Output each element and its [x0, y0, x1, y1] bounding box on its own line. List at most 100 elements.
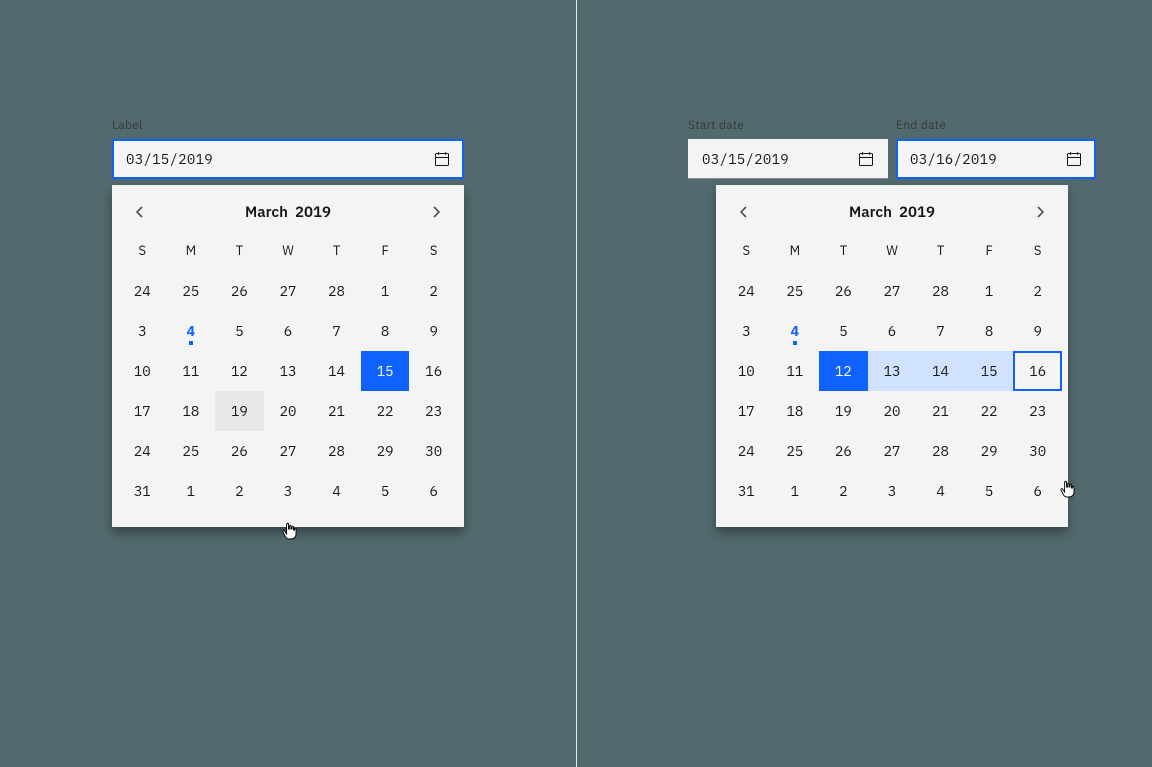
field-label: End date: [896, 118, 1096, 133]
calendar-day[interactable]: 5: [215, 311, 264, 351]
calendar-day[interactable]: 15: [965, 351, 1014, 391]
calendar-day[interactable]: 24: [118, 271, 167, 311]
calendar-day[interactable]: 14: [916, 351, 965, 391]
calendar-day[interactable]: 6: [1013, 471, 1062, 511]
calendar-day[interactable]: 12: [215, 351, 264, 391]
calendar-day[interactable]: 21: [312, 391, 361, 431]
calendar-day[interactable]: 12: [819, 351, 868, 391]
calendar-week: 24252627282930: [722, 431, 1062, 471]
calendar-day[interactable]: 13: [868, 351, 917, 391]
calendar-day[interactable]: 28: [916, 431, 965, 471]
calendar-day[interactable]: 18: [167, 391, 216, 431]
calendar-day[interactable]: 27: [264, 431, 313, 471]
calendar-day[interactable]: 1: [965, 271, 1014, 311]
prev-month-button[interactable]: [124, 196, 156, 228]
calendar-day[interactable]: 26: [215, 271, 264, 311]
calendar-day[interactable]: 25: [771, 271, 820, 311]
calendar-day[interactable]: 8: [965, 311, 1014, 351]
end-date-input[interactable]: 03/16/2019: [896, 139, 1096, 179]
calendar-day[interactable]: 5: [819, 311, 868, 351]
calendar-day[interactable]: 30: [409, 431, 458, 471]
calendar-day[interactable]: 24: [118, 431, 167, 471]
calendar-day[interactable]: 22: [361, 391, 410, 431]
calendar-day[interactable]: 6: [868, 311, 917, 351]
calendar-day[interactable]: 20: [868, 391, 917, 431]
calendar-day[interactable]: 25: [771, 431, 820, 471]
weekday-label: T: [312, 237, 361, 265]
calendar-day[interactable]: 28: [312, 271, 361, 311]
calendar-day[interactable]: 19: [215, 391, 264, 431]
calendar-day[interactable]: 2: [215, 471, 264, 511]
calendar-day[interactable]: 9: [409, 311, 458, 351]
calendar-day[interactable]: 4: [312, 471, 361, 511]
calendar-day[interactable]: 31: [118, 471, 167, 511]
calendar-day[interactable]: 4: [771, 311, 820, 351]
calendar-day[interactable]: 26: [819, 431, 868, 471]
calendar-day[interactable]: 7: [312, 311, 361, 351]
calendar-day[interactable]: 27: [868, 431, 917, 471]
calendar-day[interactable]: 20: [264, 391, 313, 431]
calendar-day[interactable]: 10: [118, 351, 167, 391]
calendar-day[interactable]: 1: [361, 271, 410, 311]
calendar-day[interactable]: 3: [264, 471, 313, 511]
calendar-day[interactable]: 24: [722, 431, 771, 471]
calendar-day[interactable]: 6: [409, 471, 458, 511]
calendar-day[interactable]: 2: [819, 471, 868, 511]
calendar-day[interactable]: 6: [264, 311, 313, 351]
weekday-label: W: [264, 237, 313, 265]
calendar-day[interactable]: 3: [118, 311, 167, 351]
calendar-day[interactable]: 24: [722, 271, 771, 311]
calendar-day[interactable]: 3: [868, 471, 917, 511]
calendar-day[interactable]: 14: [312, 351, 361, 391]
calendar-day[interactable]: 23: [409, 391, 458, 431]
calendar-day[interactable]: 8: [361, 311, 410, 351]
calendar-day[interactable]: 21: [916, 391, 965, 431]
calendar-day[interactable]: 17: [118, 391, 167, 431]
calendar-day[interactable]: 3: [722, 311, 771, 351]
calendar-day[interactable]: 4: [916, 471, 965, 511]
calendar-day[interactable]: 5: [965, 471, 1014, 511]
calendar-day[interactable]: 7: [916, 311, 965, 351]
calendar-day[interactable]: 11: [167, 351, 216, 391]
calendar-day[interactable]: 29: [361, 431, 410, 471]
calendar-day[interactable]: 11: [771, 351, 820, 391]
calendar-day[interactable]: 28: [312, 431, 361, 471]
calendar-day[interactable]: 19: [819, 391, 868, 431]
calendar-day[interactable]: 10: [722, 351, 771, 391]
next-month-button[interactable]: [1024, 196, 1056, 228]
calendar-day[interactable]: 9: [1013, 311, 1062, 351]
calendar-day[interactable]: 2: [409, 271, 458, 311]
calendar-day[interactable]: 29: [965, 431, 1014, 471]
calendar-day[interactable]: 26: [215, 431, 264, 471]
month-title: March 2019: [849, 203, 935, 222]
calendar-day[interactable]: 18: [771, 391, 820, 431]
next-month-button[interactable]: [420, 196, 452, 228]
calendar-day[interactable]: 22: [965, 391, 1014, 431]
prev-month-button[interactable]: [728, 196, 760, 228]
calendar-day[interactable]: 2: [1013, 271, 1062, 311]
range-date-picker: Start date 03/15/2019 End date 03/16/201…: [688, 118, 1096, 527]
calendar-day[interactable]: 26: [819, 271, 868, 311]
calendar-day[interactable]: 30: [1013, 431, 1062, 471]
calendar-day[interactable]: 25: [167, 271, 216, 311]
calendar-day[interactable]: 23: [1013, 391, 1062, 431]
calendar-day[interactable]: 17: [722, 391, 771, 431]
calendar-day[interactable]: 4: [167, 311, 216, 351]
start-date-field: Start date 03/15/2019: [688, 118, 888, 179]
calendar-day[interactable]: 16: [409, 351, 458, 391]
calendar-day[interactable]: 31: [722, 471, 771, 511]
calendar-week: 24252627282930: [118, 431, 458, 471]
calendar-day[interactable]: 1: [771, 471, 820, 511]
start-date-input[interactable]: 03/15/2019: [688, 139, 888, 179]
calendar-popover: March 2019 SMTWTFS 242526272812345678910…: [716, 185, 1068, 527]
calendar-day[interactable]: 28: [916, 271, 965, 311]
calendar-day[interactable]: 27: [264, 271, 313, 311]
calendar-day[interactable]: 1: [167, 471, 216, 511]
calendar-day[interactable]: 15: [361, 351, 410, 391]
calendar-day[interactable]: 13: [264, 351, 313, 391]
date-input[interactable]: 03/15/2019: [112, 139, 464, 179]
calendar-day[interactable]: 25: [167, 431, 216, 471]
calendar-day[interactable]: 5: [361, 471, 410, 511]
calendar-day[interactable]: 16: [1013, 351, 1062, 391]
calendar-day[interactable]: 27: [868, 271, 917, 311]
